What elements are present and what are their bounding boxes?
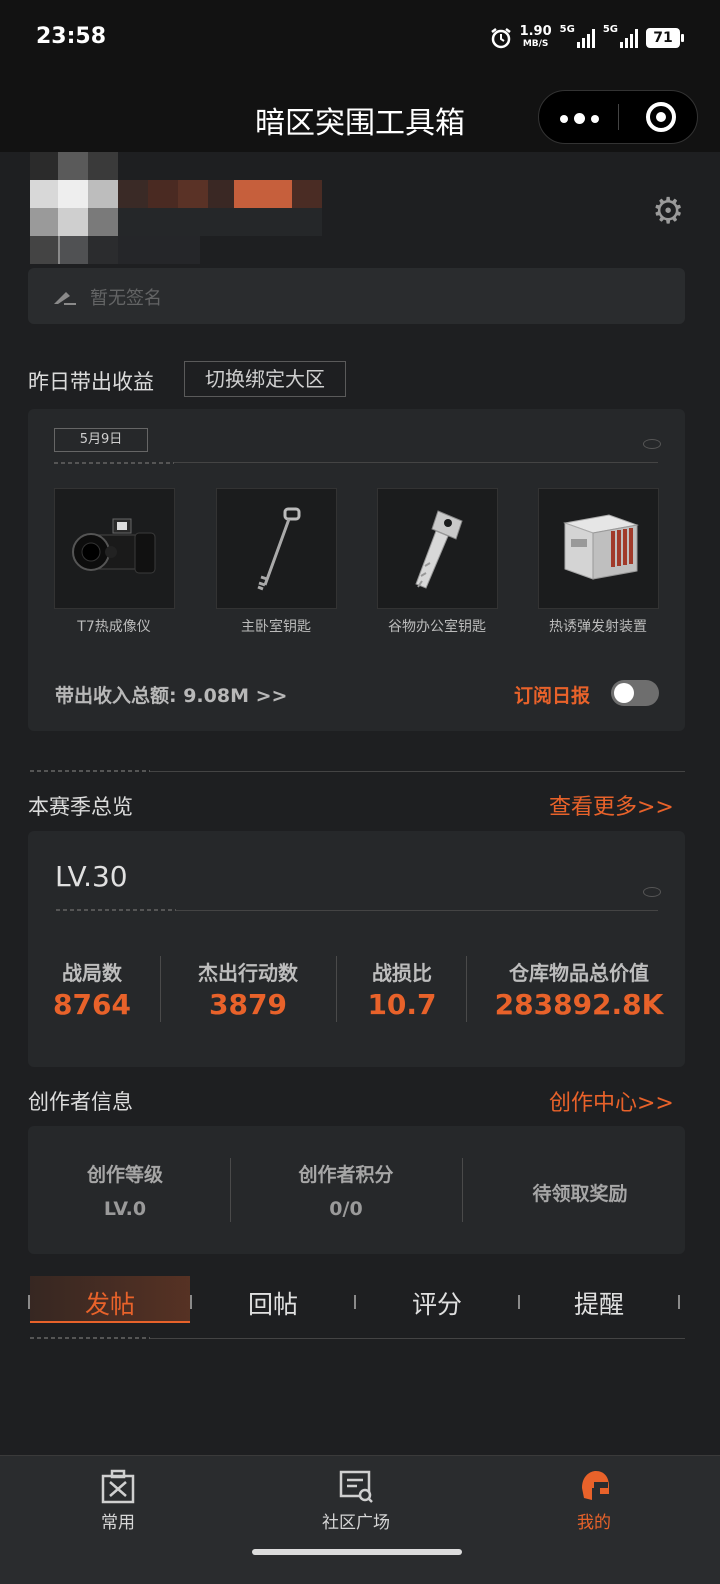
divider-line: [150, 1338, 685, 1339]
stat-label: 杰出行动数: [198, 961, 298, 985]
status-time: 23:58: [36, 24, 107, 49]
stat-value: 283892.8K: [494, 988, 664, 1021]
flare-launcher-icon: [563, 514, 639, 580]
alarm-icon: [490, 28, 511, 49]
creator-points-value: 0/0: [329, 1198, 363, 1220]
community-board-icon: [339, 1470, 373, 1503]
item-card[interactable]: [538, 488, 659, 609]
dash-divider: [54, 462, 174, 464]
network-type-1: 5G: [559, 24, 575, 35]
view-more-link[interactable]: 查看更多>>: [549, 789, 674, 821]
avatar-mosaic[interactable]: [30, 152, 360, 264]
subscribe-toggle[interactable]: [611, 680, 659, 706]
earnings-section-title: 昨日带出收益: [28, 370, 154, 394]
toolbox-icon: [101, 1469, 135, 1504]
speed-unit: MB/S: [522, 39, 549, 49]
creator-divider: [462, 1158, 463, 1222]
eye-icon: [643, 439, 661, 449]
nav-common[interactable]: 常用: [58, 1466, 178, 1536]
creator-level-value: LV.0: [103, 1198, 147, 1220]
stat-divider: [336, 956, 337, 1022]
dash-divider: [56, 909, 176, 911]
more-options-icon[interactable]: [560, 113, 600, 124]
item-name: T7热成像仪: [77, 619, 151, 635]
item-name: 热诱弹发射装置: [549, 619, 647, 635]
item-name: 主卧室钥匙: [241, 619, 311, 635]
eye-icon: [643, 887, 661, 897]
dash-divider: [30, 770, 150, 772]
home-indicator[interactable]: [252, 1549, 462, 1555]
tab-reply[interactable]: 回帖: [192, 1285, 354, 1321]
creator-section-title: 创作者信息: [28, 1090, 133, 1114]
tab-post[interactable]: 发帖: [30, 1285, 190, 1321]
edit-signature-icon: [54, 292, 76, 305]
season-section-title: 本赛季总览: [28, 795, 133, 819]
capsule-divider: [618, 104, 619, 130]
thermal-scope-icon: [72, 518, 156, 574]
earnings-date: 5月9日: [54, 428, 148, 452]
speed-value: 1.90: [519, 24, 552, 39]
switch-region-button[interactable]: 切换绑定大区: [184, 361, 346, 397]
pending-rewards-button[interactable]: 待领取奖励: [500, 1179, 660, 1206]
stat-label: 仓库物品总价值: [509, 961, 649, 985]
nav-label: 常用: [101, 1513, 135, 1533]
creator-level-label: 创作等级: [86, 1164, 163, 1186]
nav-community[interactable]: 社区广场: [296, 1466, 416, 1536]
item-card[interactable]: [54, 488, 175, 609]
key-icon: [257, 507, 301, 591]
helmet-icon: [582, 1471, 609, 1500]
network-type-2: 5G: [602, 24, 618, 35]
stat-divider: [466, 956, 467, 1022]
stat-value: 3879: [209, 988, 287, 1021]
network-speed: 1.90 MB/S: [519, 24, 552, 50]
stat-label: 战局数: [62, 961, 122, 985]
stat-divider: [160, 956, 161, 1022]
nav-mine[interactable]: 我的: [534, 1466, 654, 1536]
item-card[interactable]: [377, 488, 498, 609]
creator-center-link[interactable]: 创作中心>>: [549, 1085, 674, 1117]
tab-reminder[interactable]: 提醒: [520, 1285, 678, 1321]
subscribe-daily-label: 订阅日报: [514, 685, 591, 707]
signal-icon-2: [620, 28, 638, 48]
battery-level: 71: [646, 28, 680, 48]
stat-value: 8764: [53, 988, 131, 1021]
creator-divider: [230, 1158, 231, 1222]
creator-points-label: 创作者积分: [298, 1164, 394, 1186]
signature-text: 暂无签名: [90, 288, 162, 309]
status-icons: 1.90 MB/S 5G 5G 71: [490, 24, 684, 52]
signal-icon: [576, 28, 595, 48]
player-level: LV.30: [55, 860, 128, 893]
stat-label: 战损比: [372, 961, 432, 985]
dash-divider: [30, 1337, 150, 1339]
settings-gear-icon[interactable]: ⚙: [652, 194, 688, 230]
item-name: 谷物办公室钥匙: [388, 619, 486, 635]
divider-line: [174, 462, 658, 463]
item-card[interactable]: [216, 488, 337, 609]
tab-active-underline: [30, 1321, 190, 1323]
total-income-link[interactable]: 带出收入总额: 9.08M >>: [55, 681, 287, 708]
stat-value: 10.7: [367, 988, 437, 1021]
tab-tick: [678, 1295, 680, 1309]
close-program-icon[interactable]: [646, 102, 676, 132]
nav-label: 社区广场: [322, 1513, 390, 1533]
tab-rating[interactable]: 评分: [356, 1285, 518, 1321]
divider-line: [150, 771, 685, 772]
nav-label: 我的: [577, 1513, 611, 1533]
battery-icon: 71: [646, 28, 684, 48]
key-icon: [415, 510, 463, 589]
divider-line: [176, 910, 658, 911]
